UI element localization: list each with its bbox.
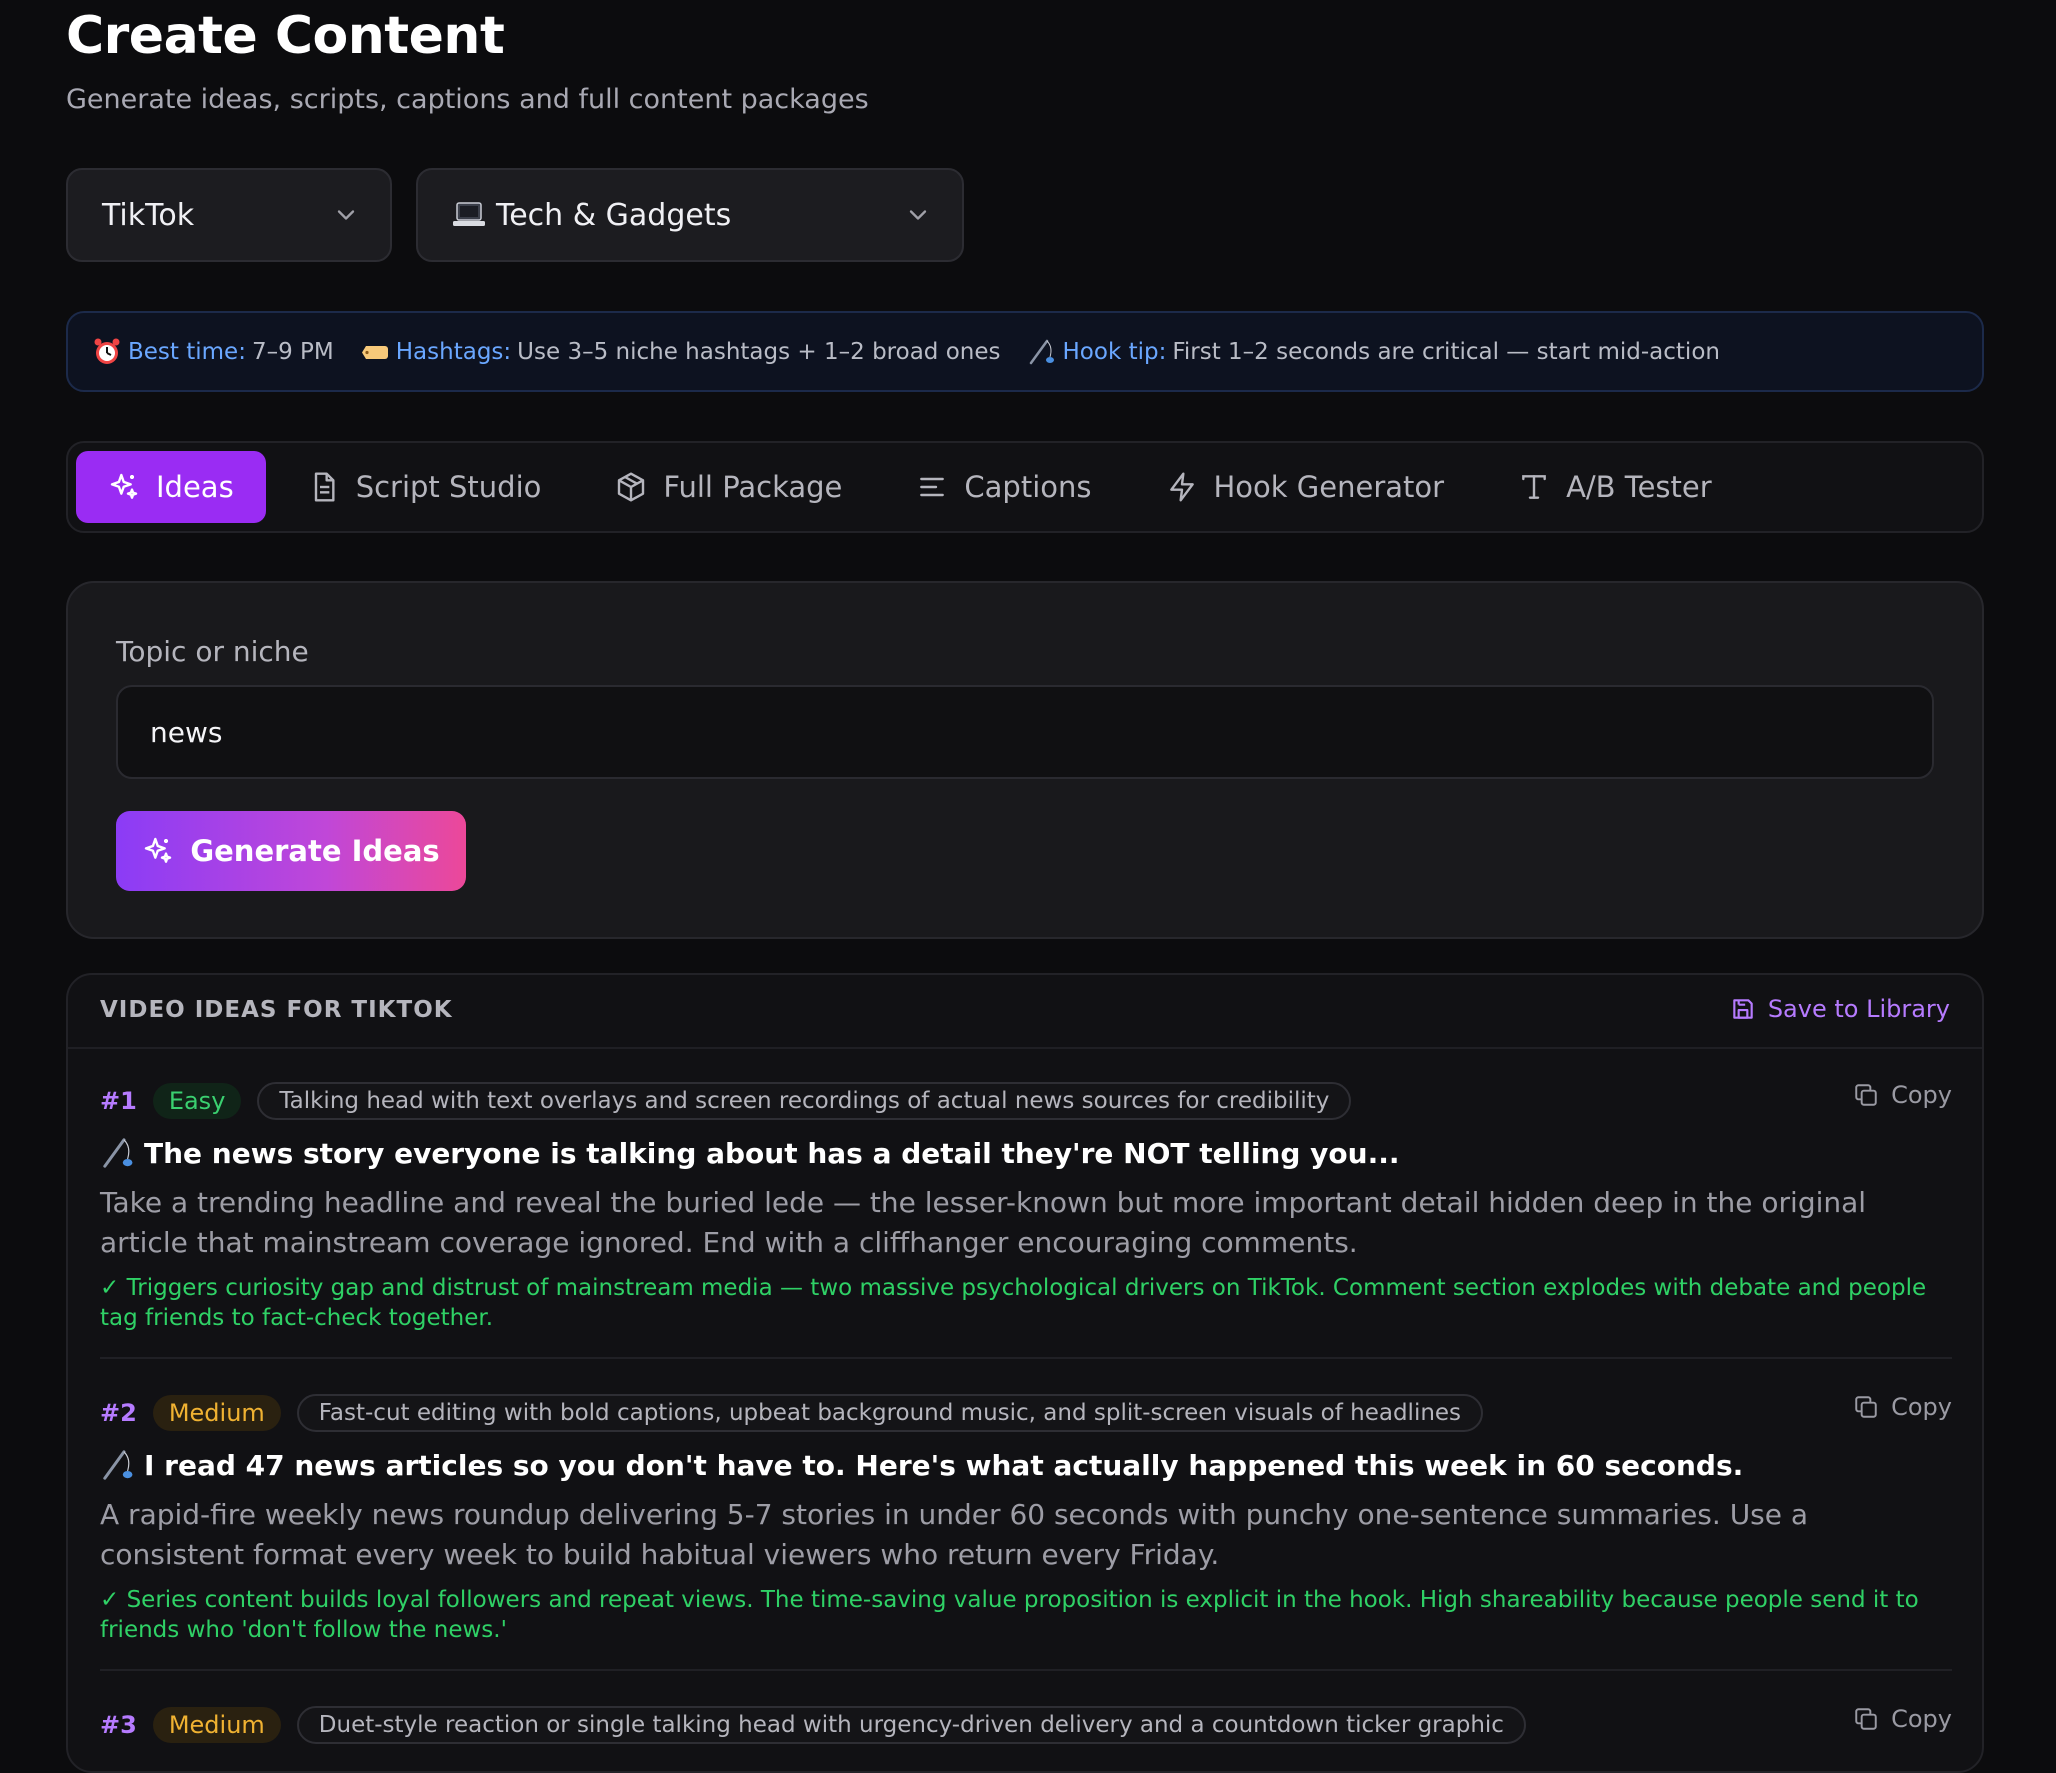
tab-ab-tester[interactable]: A/B Tester xyxy=(1486,451,1744,523)
tip-hook: Hook tip: First 1–2 seconds are critical… xyxy=(1027,337,1720,367)
tip-best-time-value: 7–9 PM xyxy=(251,338,334,365)
idea-item: #1 Easy Talking head with text overlays … xyxy=(100,1077,1952,1333)
video-ideas-title: VIDEO IDEAS FOR TIKTOK xyxy=(100,997,453,1023)
tab-hook-generator-label: Hook Generator xyxy=(1213,470,1445,504)
topic-input-label: Topic or niche xyxy=(116,635,309,668)
fishing-pole-icon xyxy=(103,1450,133,1480)
tip-best-time-label: Best time: xyxy=(128,338,246,365)
format-pill: Duet-style reaction or single talking he… xyxy=(296,1706,1526,1744)
save-icon xyxy=(1733,999,1753,1019)
tip-hashtags-label: Hashtags: xyxy=(395,338,512,365)
tab-full-package-label: Full Package xyxy=(663,470,843,504)
video-ideas-panel: VIDEO IDEAS FOR TIKTOK Save to Library #… xyxy=(66,973,1984,1773)
copy-button[interactable]: Copy xyxy=(1853,1705,1952,1733)
tab-ab-tester-label: A/B Tester xyxy=(1566,470,1712,504)
alarm-clock-icon xyxy=(94,338,120,364)
idea-number: #1 xyxy=(100,1087,137,1115)
topic-input[interactable]: news xyxy=(116,685,1934,779)
idea-divider xyxy=(100,1669,1952,1671)
tab-captions[interactable]: Captions xyxy=(884,451,1123,523)
tip-hashtags: Hashtags: Use 3–5 niche hashtags + 1–2 b… xyxy=(360,337,1001,367)
platform-select-value: TikTok xyxy=(102,197,195,233)
sparkles-icon xyxy=(145,837,172,863)
page-title: Create Content xyxy=(66,6,505,66)
idea-hook-text: I read 47 news articles so you don't hav… xyxy=(144,1448,1744,1482)
topic-input-value: news xyxy=(150,715,223,749)
niche-select-value: Tech & Gadgets xyxy=(496,197,732,233)
type-icon xyxy=(1522,475,1546,499)
idea-hook-text: The news story everyone is talking about… xyxy=(144,1136,1400,1170)
chevron-down-icon xyxy=(337,210,355,220)
idea-description: Take a trending headline and reveal the … xyxy=(100,1186,1867,1259)
save-to-library-label: Save to Library xyxy=(1767,995,1950,1023)
platform-select[interactable]: TikTok xyxy=(66,168,392,262)
tip-hook-value: First 1–2 seconds are critical — start m… xyxy=(1172,338,1720,365)
bolt-icon xyxy=(1169,472,1194,502)
label-tag-icon xyxy=(361,345,388,359)
tab-captions-label: Captions xyxy=(964,470,1092,504)
idea-hook: I read 47 news articles so you don't hav… xyxy=(100,1447,1952,1483)
copy-label: Copy xyxy=(1891,1081,1952,1109)
generate-ideas-button[interactable]: Generate Ideas xyxy=(116,811,466,891)
tip-best-time: Best time: 7–9 PM xyxy=(92,337,334,367)
tab-script-studio-label: Script Studio xyxy=(355,470,542,504)
document-icon xyxy=(314,472,335,502)
format-pill: Fast-cut editing with bold captions, upb… xyxy=(296,1394,1484,1432)
idea-item: #2 Medium Fast-cut editing with bold cap… xyxy=(100,1389,1952,1645)
fishing-pole-icon xyxy=(1029,339,1054,364)
idea-number: #3 xyxy=(100,1711,137,1739)
tab-script-studio[interactable]: Script Studio xyxy=(276,451,574,523)
copy-icon xyxy=(1855,1708,1877,1730)
sparkles-icon xyxy=(110,473,138,499)
copy-label: Copy xyxy=(1891,1393,1952,1421)
create-content-page: Create Content Generate ideas, scripts, … xyxy=(0,0,2056,1773)
fishing-pole-icon xyxy=(103,1138,133,1168)
lines-icon xyxy=(920,477,945,497)
idea-why-it-works: ✓ Triggers curiosity gap and distrust of… xyxy=(100,1275,1927,1331)
difficulty-badge: Medium xyxy=(152,1395,281,1431)
idea-hook: The news story everyone is talking about… xyxy=(100,1135,1952,1171)
tip-hashtags-value: Use 3–5 niche hashtags + 1–2 broad ones xyxy=(517,338,1001,365)
package-icon xyxy=(618,472,645,502)
video-ideas-header: VIDEO IDEAS FOR TIKTOK Save to Library xyxy=(68,975,1982,1049)
content-tabs: Ideas Script Studio Full Package Caption… xyxy=(66,441,1984,533)
copy-button[interactable]: Copy xyxy=(1853,1393,1952,1421)
tab-full-package[interactable]: Full Package xyxy=(583,451,874,523)
copy-label: Copy xyxy=(1891,1705,1952,1733)
format-pill: Talking head with text overlays and scre… xyxy=(257,1082,1352,1120)
laptop-icon xyxy=(453,202,485,226)
copy-icon xyxy=(1855,1396,1877,1418)
copy-icon xyxy=(1855,1084,1877,1106)
tab-ideas-label: Ideas xyxy=(156,470,234,504)
idea-item: #3 Medium Duet-style reaction or single … xyxy=(100,1701,1952,1749)
chevron-down-icon xyxy=(909,210,927,220)
platform-tips-bar: Best time: 7–9 PM Hashtags: Use 3–5 nich… xyxy=(66,311,1984,392)
generate-ideas-label: Generate Ideas xyxy=(190,834,440,868)
difficulty-badge: Medium xyxy=(152,1707,281,1743)
tip-hook-label: Hook tip: xyxy=(1062,338,1167,365)
tab-hook-generator[interactable]: Hook Generator xyxy=(1134,451,1477,523)
difficulty-badge: Easy xyxy=(152,1083,242,1119)
page-subtitle: Generate ideas, scripts, captions and fu… xyxy=(66,84,869,115)
idea-number: #2 xyxy=(100,1399,137,1427)
tab-ideas[interactable]: Ideas xyxy=(76,451,266,523)
idea-divider xyxy=(100,1357,1952,1359)
idea-why-it-works: ✓ Series content builds loyal followers … xyxy=(100,1587,1919,1643)
idea-description: A rapid-fire weekly news roundup deliver… xyxy=(100,1498,1809,1571)
topic-form-card: Topic or niche news Generate Ideas xyxy=(66,581,1984,939)
niche-select[interactable]: Tech & Gadgets xyxy=(416,168,964,262)
copy-button[interactable]: Copy xyxy=(1853,1081,1952,1109)
save-to-library-button[interactable]: Save to Library xyxy=(1730,995,1950,1023)
